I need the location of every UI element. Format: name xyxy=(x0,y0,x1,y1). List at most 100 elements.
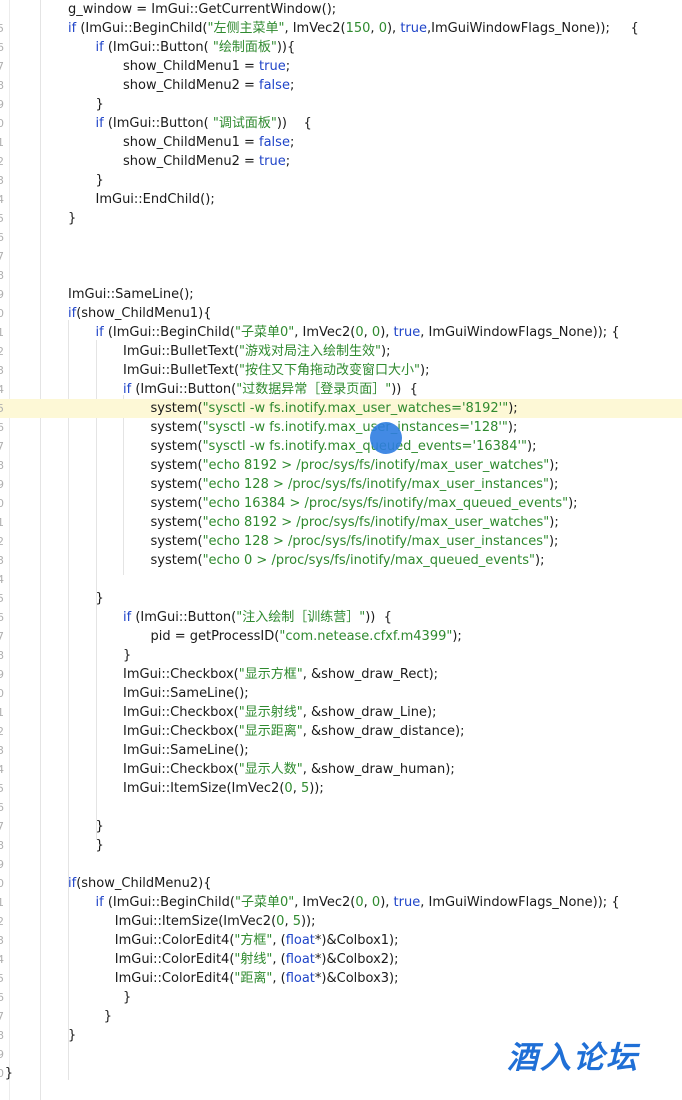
code-line[interactable]: 2 ImGui::BulletText("游戏对局注入绘制生效"); xyxy=(0,342,682,361)
code-line[interactable]: 3} xyxy=(0,171,682,190)
code-line[interactable]: 0 system("echo 16384 > /proc/sys/fs/inoti… xyxy=(0,494,682,513)
code-line[interactable]: 8} xyxy=(0,646,682,665)
code-line[interactable]: 7 xyxy=(0,247,682,266)
code-line[interactable]: 9 ImGui::Checkbox("显示方框", &show_draw_Rect… xyxy=(0,665,682,684)
keyword-token: if xyxy=(68,876,77,891)
code-line[interactable]: 4 ImGui::Checkbox("显示人数", &show_draw_huma… xyxy=(0,760,682,779)
code-editor[interactable]: g_window = ImGui::GetCurrentWindow(); 5 if… xyxy=(0,0,682,1100)
code-line[interactable]: 1 show_ChildMenu1 = false; xyxy=(0,133,682,152)
code-line[interactable]: 7} xyxy=(0,1007,682,1026)
code-line[interactable]: 2 system("echo 128 > /proc/sys/fs/inotify… xyxy=(0,532,682,551)
code-line[interactable]: 5 system("sysctl -w fs.inotify.max_user_w… xyxy=(0,399,682,418)
code-line[interactable]: 6 system("sysctl -w fs.inotify.max_user_i… xyxy=(0,418,682,437)
string-token: "射线" xyxy=(234,952,273,967)
code-line[interactable]: 0 if (ImGui::Button( "调试面板")) { xyxy=(0,114,682,133)
code-line[interactable]: 6 xyxy=(0,228,682,247)
code-line[interactable]: 9 xyxy=(0,855,682,874)
code-line[interactable]: 7 show_ChildMenu1 = true; xyxy=(0,57,682,76)
code-line[interactable]: 6 if (ImGui::Button( "绘制面板")){ xyxy=(0,38,682,57)
code-line[interactable]: 5 ImGui::ColorEdit4("距离", (float*)&Colbox… xyxy=(0,969,682,988)
code-text: g_window = ImGui::GetCurrentWindow(); xyxy=(68,0,336,19)
code-line[interactable]: 8 xyxy=(0,266,682,285)
code-line[interactable]: 1 if (ImGui::BeginChild("子菜单0", ImVec2(0,… xyxy=(0,893,682,912)
code-line[interactable]: 8 show_ChildMenu2 = false; xyxy=(0,76,682,95)
code-line[interactable]: 5 if (ImGui::BeginChild("左侧主菜单", ImVec2(1… xyxy=(0,19,682,38)
line-number: 1 xyxy=(0,896,4,909)
code-line[interactable]: 8 system("echo 8192 > /proc/sys/fs/inotif… xyxy=(0,456,682,475)
string-token: "方框" xyxy=(234,933,273,948)
code-line[interactable]: 2 ImGui::ItemSize(ImVec2(0, 5)); xyxy=(0,912,682,931)
code-line[interactable]: g_window = ImGui::GetCurrentWindow(); xyxy=(0,0,682,19)
code-text: system("echo 0 > /proc/sys/fs/inotify/ma… xyxy=(151,551,545,570)
code-line[interactable]: 5 ImGui::ItemSize(ImVec2(0, 5)); xyxy=(0,779,682,798)
code-text: } xyxy=(96,589,104,608)
code-text: show_ChildMenu2 = true; xyxy=(123,152,290,171)
keyword-token: if xyxy=(95,895,104,910)
line-number: 2 xyxy=(0,345,4,358)
code-text: ImGui::ColorEdit4("距离", (float*)&Colbox3… xyxy=(115,969,399,988)
code-line[interactable]: 9} xyxy=(0,95,682,114)
string-token: "过数据异常［登录页面］" xyxy=(236,382,392,397)
code-token: } xyxy=(68,1028,77,1043)
code-line[interactable]: 9 ImGui::SameLine(); xyxy=(0,285,682,304)
code-line[interactable]: 9 system("echo 128 > /proc/sys/fs/inotify… xyxy=(0,475,682,494)
line-number: 0 xyxy=(0,877,4,890)
code-token: , &show_draw_human); xyxy=(302,762,455,777)
code-text: } xyxy=(104,1007,112,1026)
line-number: 3 xyxy=(0,364,4,377)
keyword-token: if xyxy=(95,40,104,55)
code-line[interactable]: 2 ImGui::Checkbox("显示距离", &show_draw_dist… xyxy=(0,722,682,741)
code-line[interactable]: 4 ImGui::EndChild(); xyxy=(0,190,682,209)
line-number: 5 xyxy=(0,592,4,605)
code-line[interactable]: 3 ImGui::ColorEdit4("方框", (float*)&Colbox… xyxy=(0,931,682,950)
code-line[interactable]: 3 system("echo 0 > /proc/sys/fs/inotify/m… xyxy=(0,551,682,570)
code-line[interactable]: 1 system("echo 8192 > /proc/sys/fs/inotif… xyxy=(0,513,682,532)
code-line[interactable]: 4 xyxy=(0,570,682,589)
code-token: show_ChildMenu1 = xyxy=(123,59,260,74)
code-line[interactable]: 3 ImGui::SameLine(); xyxy=(0,741,682,760)
line-number: 6 xyxy=(0,231,4,244)
code-token: } xyxy=(95,838,104,853)
code-token: )); xyxy=(300,914,316,929)
code-line[interactable]: 8} xyxy=(0,836,682,855)
line-number: 7 xyxy=(0,440,4,453)
code-line[interactable]: 5} xyxy=(0,209,682,228)
code-token: ); xyxy=(527,439,537,454)
code-line[interactable]: 0 ImGui::SameLine(); xyxy=(0,684,682,703)
string-token: "左侧主菜单" xyxy=(207,21,285,36)
code-line[interactable]: 5} xyxy=(0,589,682,608)
code-text: if (ImGui::Button("注入绘制［训练营］")) { xyxy=(123,608,392,627)
code-token: ); xyxy=(549,458,559,473)
code-line[interactable]: 0 if(show_ChildMenu2){ xyxy=(0,874,682,893)
keyword-token: if xyxy=(95,325,104,340)
code-text: show_ChildMenu1 = true; xyxy=(123,57,290,76)
code-line[interactable]: 7} xyxy=(0,817,682,836)
code-line[interactable]: 3 ImGui::BulletText("按住又下角拖动改变窗口大小"); xyxy=(0,361,682,380)
code-line[interactable]: 4 ImGui::ColorEdit4("射线", (float*)&Colbox… xyxy=(0,950,682,969)
code-line[interactable]: 7 system("sysctl -w fs.inotify.max_queued… xyxy=(0,437,682,456)
code-token: ); xyxy=(535,553,545,568)
code-text: ImGui::BulletText("按住又下角拖动改变窗口大小"); xyxy=(123,361,429,380)
keyword-token: true xyxy=(393,325,421,340)
code-line[interactable]: 1 ImGui::Checkbox("显示射线", &show_draw_Line… xyxy=(0,703,682,722)
code-token: ImGui::Checkbox( xyxy=(123,762,239,777)
code-line[interactable]: 1 if (ImGui::BeginChild("子菜单0", ImVec2(0,… xyxy=(0,323,682,342)
code-line[interactable]: 7 pid = getProcessID("com.netease.cfxf.m4… xyxy=(0,627,682,646)
line-number: 5 xyxy=(0,22,4,35)
code-token: , xyxy=(363,895,372,910)
line-number: 4 xyxy=(0,193,4,206)
code-line[interactable]: 6 if (ImGui::Button("注入绘制［训练营］")) { xyxy=(0,608,682,627)
code-line[interactable]: 6} xyxy=(0,988,682,1007)
string-token: "调试面板" xyxy=(212,116,277,131)
line-number: 7 xyxy=(0,250,4,263)
code-text: if(show_ChildMenu1){ xyxy=(68,304,211,323)
code-line[interactable]: 2 show_ChildMenu2 = true; xyxy=(0,152,682,171)
code-token: ); xyxy=(420,363,430,378)
string-token: "注入绘制［训练营］" xyxy=(236,610,366,625)
code-token: , ( xyxy=(272,952,286,967)
code-token: (ImGui::Button( xyxy=(131,610,237,625)
code-line[interactable]: 0 if(show_ChildMenu1){ xyxy=(0,304,682,323)
code-token: *)&Colbox3); xyxy=(314,971,399,986)
code-line[interactable]: 4 if (ImGui::Button("过数据异常［登录页面］")) { xyxy=(0,380,682,399)
code-line[interactable]: 6 xyxy=(0,798,682,817)
